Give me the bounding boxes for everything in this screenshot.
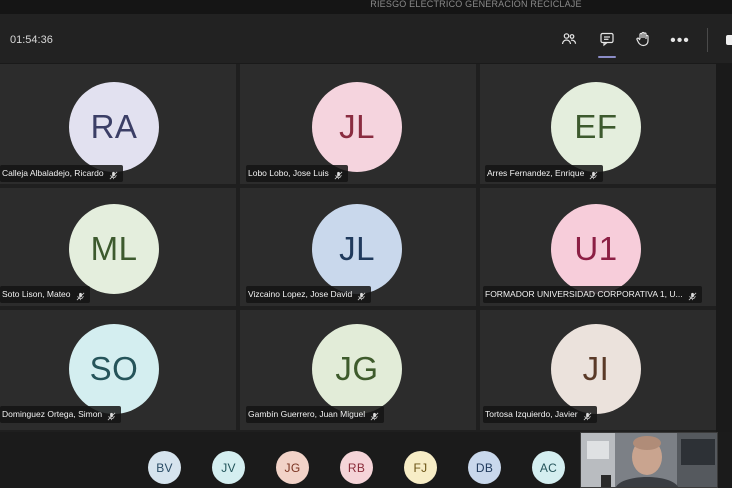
name-tag: Vizcaino Lopez, Jose David	[246, 286, 372, 303]
overflow-avatar[interactable]: BV	[148, 451, 181, 484]
participant-tile[interactable]: JG Gambín Guerrero, Juan Miguel	[240, 310, 476, 430]
mic-off-icon	[334, 169, 343, 179]
participant-name: Dominguez Ortega, Simon	[2, 409, 103, 419]
mic-off-icon	[76, 290, 85, 300]
avatar: JL	[312, 82, 402, 172]
participant-tile[interactable]: JL Vizcaino Lopez, Jose David	[240, 188, 476, 306]
mic-off-icon	[688, 290, 697, 300]
name-tag: Calleja Albaladejo, Ricardo	[0, 165, 123, 182]
gallery-scrollbar[interactable]	[716, 64, 732, 432]
overflow-avatar[interactable]: RB	[340, 451, 373, 484]
participant-name: FORMADOR UNIVERSIDAD CORPORATIVA 1, U...	[485, 289, 683, 299]
participant-name: Vizcaino Lopez, Jose David	[248, 289, 353, 299]
name-tag: Lobo Lobo, Jose Luis	[246, 165, 348, 182]
participant-tile[interactable]: U1 FORMADOR UNIVERSIDAD CORPORATIVA 1, U…	[480, 188, 716, 306]
raise-hand-button[interactable]	[630, 28, 656, 54]
teams-meeting-window: RIESGO ELÉCTRICO GENERACIÓN RECICLAJE 01…	[0, 0, 732, 488]
avatar: EF	[551, 82, 641, 172]
mic-off-icon	[589, 169, 598, 179]
more-options-button[interactable]: •••	[667, 28, 693, 54]
participant-tile[interactable]: EF Arres Fernandez, Enrique	[480, 64, 716, 184]
mic-off-icon	[583, 410, 592, 420]
participant-name: Tortosa Izquierdo, Javier	[485, 409, 578, 419]
chat-button[interactable]	[594, 28, 620, 58]
meeting-timer: 01:54:36	[10, 34, 53, 46]
participant-tile[interactable]: JL Lobo Lobo, Jose Luis	[240, 64, 476, 184]
camera-icon[interactable]	[726, 35, 732, 45]
more-options-icon: •••	[670, 32, 690, 49]
name-tag: FORMADOR UNIVERSIDAD CORPORATIVA 1, U...	[483, 286, 702, 303]
participant-tile[interactable]: ML Soto Lison, Mateo	[0, 188, 236, 306]
avatar: ML	[69, 204, 159, 294]
mic-off-icon	[107, 410, 116, 420]
participant-name: Arres Fernandez, Enrique	[487, 168, 585, 178]
avatar: U1	[551, 204, 641, 294]
video-gallery: RA Calleja Albaladejo, Ricardo JL Lobo L…	[0, 64, 716, 432]
mic-off-icon	[357, 290, 366, 300]
name-tag: Tortosa Izquierdo, Javier	[483, 406, 597, 423]
participant-name: Gambín Guerrero, Juan Miguel	[248, 409, 366, 419]
meeting-toolbar: 01:54:36 •••	[0, 14, 732, 64]
chat-icon	[599, 31, 615, 51]
name-tag: Dominguez Ortega, Simon	[0, 406, 122, 423]
mic-off-icon	[109, 169, 118, 179]
avatar: JL	[312, 204, 402, 294]
overflow-avatar[interactable]: JG	[276, 451, 309, 484]
self-video-image	[581, 433, 717, 487]
toolbar-divider	[707, 28, 708, 52]
self-video-preview[interactable]	[580, 432, 718, 488]
overflow-avatar[interactable]: DB	[468, 451, 501, 484]
participant-tile[interactable]: JI Tortosa Izquierdo, Javier	[480, 310, 716, 430]
avatar: SO	[69, 324, 159, 414]
participant-tile[interactable]: RA Calleja Albaladejo, Ricardo	[0, 64, 236, 184]
participant-tile[interactable]: SO Dominguez Ortega, Simon	[0, 310, 236, 430]
overflow-avatar[interactable]: FJ	[404, 451, 437, 484]
avatar: RA	[69, 82, 159, 172]
avatar: JG	[312, 324, 402, 414]
avatar: JI	[551, 324, 641, 414]
participant-name: Calleja Albaladejo, Ricardo	[2, 168, 104, 178]
participant-name: Soto Lison, Mateo	[2, 289, 71, 299]
name-tag: Gambín Guerrero, Juan Miguel	[246, 406, 385, 423]
participants-icon	[561, 31, 577, 51]
name-tag: Arres Fernandez, Enrique	[485, 165, 604, 182]
participant-name: Lobo Lobo, Jose Luis	[248, 168, 329, 178]
overflow-avatar[interactable]: JV	[212, 451, 245, 484]
overflow-avatar[interactable]: AC	[532, 451, 565, 484]
meeting-title: RIESGO ELÉCTRICO GENERACIÓN RECICLAJE	[0, 0, 732, 14]
name-tag: Soto Lison, Mateo	[0, 286, 90, 303]
mic-off-icon	[370, 410, 379, 420]
raise-hand-icon	[635, 31, 651, 51]
participants-button[interactable]	[556, 28, 582, 54]
